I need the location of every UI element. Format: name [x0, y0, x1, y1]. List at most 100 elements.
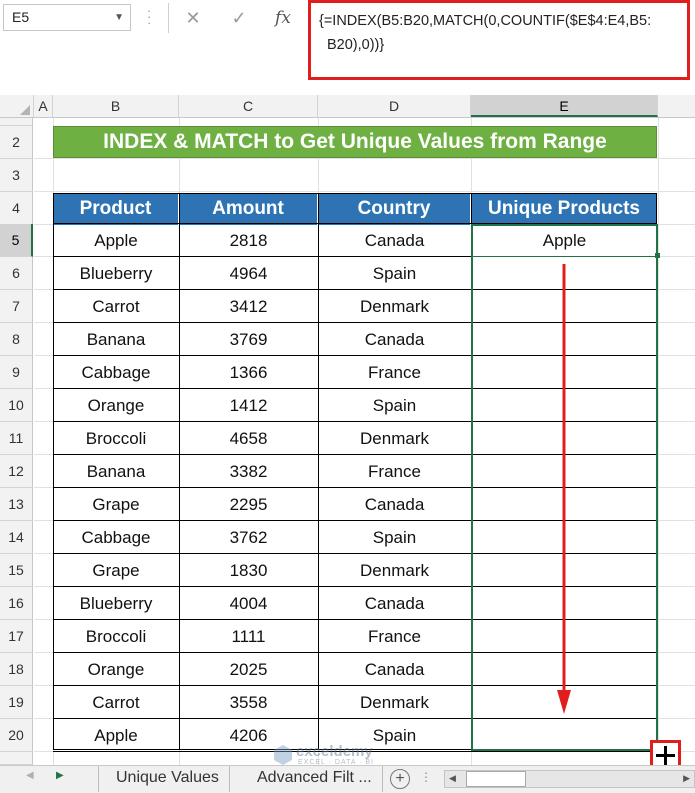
row-header[interactable]: 20: [0, 719, 33, 752]
cell-country[interactable]: Canada: [318, 224, 471, 257]
enter-icon[interactable]: ✓: [224, 5, 254, 31]
cell-product[interactable]: Broccoli: [53, 422, 179, 455]
fill-handle[interactable]: [655, 253, 660, 258]
column-header-e[interactable]: E: [471, 95, 658, 117]
cell-amount[interactable]: 1366: [179, 356, 318, 389]
cell-product[interactable]: Blueberry: [53, 257, 179, 290]
cell-country[interactable]: Spain: [318, 521, 471, 554]
cell-amount[interactable]: 3412: [179, 290, 318, 323]
cell-country[interactable]: France: [318, 356, 471, 389]
cell-country[interactable]: Spain: [318, 389, 471, 422]
cell-amount[interactable]: 2818: [179, 224, 318, 257]
select-all-corner[interactable]: [0, 95, 34, 117]
cell-country[interactable]: Canada: [318, 587, 471, 620]
sheet-title[interactable]: INDEX & MATCH to Get Unique Values from …: [53, 126, 657, 158]
cell-amount[interactable]: 3762: [179, 521, 318, 554]
tab-split-icon[interactable]: ⋮: [420, 770, 432, 784]
row-header[interactable]: 8: [0, 323, 33, 356]
cell-product[interactable]: Banana: [53, 323, 179, 356]
cell-country[interactable]: France: [318, 620, 471, 653]
column-header-a[interactable]: A: [34, 95, 53, 117]
cell-country[interactable]: Spain: [318, 257, 471, 290]
column-header-d[interactable]: D: [318, 95, 471, 117]
row-header[interactable]: 13: [0, 488, 33, 521]
cell-product[interactable]: Broccoli: [53, 620, 179, 653]
column-header-f[interactable]: [658, 95, 695, 117]
formula-input[interactable]: {=INDEX(B5:B20,MATCH(0,COUNTIF($E$4:E4,B…: [308, 0, 690, 80]
scroll-tabs-left-icon[interactable]: ◀: [26, 770, 34, 781]
cell-amount[interactable]: 3382: [179, 455, 318, 488]
header-country[interactable]: Country: [318, 193, 471, 225]
formula-text-line-2: B20),0))}: [327, 37, 385, 53]
cell-amount[interactable]: 2295: [179, 488, 318, 521]
header-product[interactable]: Product: [53, 193, 179, 225]
row-header[interactable]: 14: [0, 521, 33, 554]
column-header-c[interactable]: C: [179, 95, 318, 117]
gridline-row: [34, 158, 695, 159]
row-header[interactable]: 6: [0, 257, 33, 290]
row-header[interactable]: 4: [0, 192, 33, 225]
header-unique-products[interactable]: Unique Products: [471, 193, 657, 225]
column-header-b[interactable]: B: [53, 95, 179, 117]
row-header-partial[interactable]: [0, 118, 33, 126]
table-col-line: [179, 193, 180, 750]
tab-advanced-filter[interactable]: Advanced Filt ...: [247, 766, 383, 792]
active-cell[interactable]: [471, 224, 658, 257]
cell-product[interactable]: Apple: [53, 719, 179, 752]
cell-product[interactable]: Grape: [53, 554, 179, 587]
row-header-partial[interactable]: [0, 752, 33, 765]
scroll-left-icon[interactable]: ◀: [449, 773, 456, 784]
cell-country[interactable]: Denmark: [318, 422, 471, 455]
insert-function-button[interactable]: fx: [268, 5, 298, 31]
cell-country[interactable]: France: [318, 455, 471, 488]
row-header[interactable]: 15: [0, 554, 33, 587]
cell-product[interactable]: Orange: [53, 389, 179, 422]
row-header[interactable]: 17: [0, 620, 33, 653]
cell-country[interactable]: Denmark: [318, 290, 471, 323]
cell-amount[interactable]: 4964: [179, 257, 318, 290]
cell-amount[interactable]: 3769: [179, 323, 318, 356]
tab-unique-values[interactable]: Unique Values: [106, 766, 230, 792]
cell-amount[interactable]: 4004: [179, 587, 318, 620]
cell-product[interactable]: Orange: [53, 653, 179, 686]
chevron-down-icon[interactable]: ▼: [114, 5, 124, 30]
cell-country[interactable]: Canada: [318, 323, 471, 356]
row-header[interactable]: 19: [0, 686, 33, 719]
cell-amount[interactable]: 1830: [179, 554, 318, 587]
scroll-right-icon[interactable]: ▶: [683, 773, 690, 784]
cell-country[interactable]: Denmark: [318, 554, 471, 587]
row-header[interactable]: 9: [0, 356, 33, 389]
row-header[interactable]: 7: [0, 290, 33, 323]
cell-amount[interactable]: 3558: [179, 686, 318, 719]
row-header[interactable]: 2: [0, 126, 33, 159]
row-header[interactable]: 3: [0, 159, 33, 192]
cell-unique-product[interactable]: [471, 719, 658, 752]
cell-country[interactable]: Canada: [318, 488, 471, 521]
scroll-tabs-right-icon[interactable]: ▶: [56, 770, 64, 781]
name-box[interactable]: E5 ▼: [3, 4, 131, 31]
cell-product[interactable]: Banana: [53, 455, 179, 488]
cell-amount[interactable]: 4658: [179, 422, 318, 455]
row-header[interactable]: 12: [0, 455, 33, 488]
cell-product[interactable]: Grape: [53, 488, 179, 521]
row-header[interactable]: 18: [0, 653, 33, 686]
cell-product[interactable]: Carrot: [53, 686, 179, 719]
cell-product[interactable]: Cabbage: [53, 356, 179, 389]
cell-amount[interactable]: 2025: [179, 653, 318, 686]
cancel-icon[interactable]: ✕: [178, 5, 208, 31]
row-header[interactable]: 10: [0, 389, 33, 422]
header-amount[interactable]: Amount: [179, 193, 318, 225]
row-header[interactable]: 5: [0, 224, 33, 257]
cell-product[interactable]: Apple: [53, 224, 179, 257]
cell-product[interactable]: Cabbage: [53, 521, 179, 554]
cell-country[interactable]: Canada: [318, 653, 471, 686]
row-header[interactable]: 11: [0, 422, 33, 455]
cell-product[interactable]: Blueberry: [53, 587, 179, 620]
cell-amount[interactable]: 1111: [179, 620, 318, 653]
cell-amount[interactable]: 1412: [179, 389, 318, 422]
row-header[interactable]: 16: [0, 587, 33, 620]
cell-product[interactable]: Carrot: [53, 290, 179, 323]
cell-country[interactable]: Denmark: [318, 686, 471, 719]
add-sheet-icon[interactable]: +: [390, 769, 410, 789]
scrollbar-thumb[interactable]: [466, 771, 526, 787]
